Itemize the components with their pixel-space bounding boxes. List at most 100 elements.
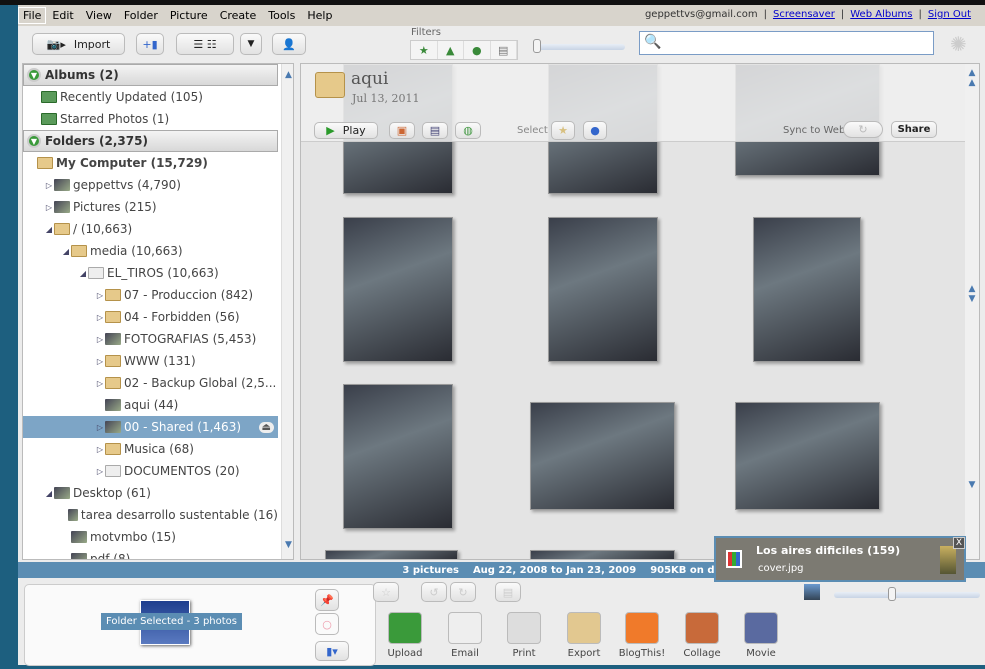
hold-button[interactable]: 📌	[315, 589, 339, 611]
sidebar-scrollbar[interactable]: ▲ ▼	[281, 64, 293, 559]
menu-file[interactable]: File	[18, 7, 47, 24]
menu-tools[interactable]: Tools	[262, 9, 301, 22]
select-starred-button[interactable]: ★	[551, 121, 575, 140]
expand-arrow-icon[interactable]: ◢	[44, 225, 54, 234]
print-button[interactable]: Print	[499, 612, 549, 659]
email-button[interactable]: Email	[440, 612, 490, 659]
photo-thumbnail[interactable]	[325, 550, 458, 559]
menu-create[interactable]: Create	[214, 9, 263, 22]
star-filter-icon[interactable]: ★	[411, 41, 438, 59]
folder-tree-item[interactable]: ◢ EL_TIROS (10,663)	[23, 262, 278, 284]
folder-tree-item[interactable]: aqui (44)	[23, 394, 278, 416]
expand-arrow-icon[interactable]: ▷	[95, 445, 105, 454]
expand-arrow-icon[interactable]: ◢	[61, 247, 71, 256]
albums-header[interactable]: ▼ Albums (2)	[23, 64, 278, 86]
caption-button[interactable]: ▤	[495, 582, 521, 602]
web-albums-link[interactable]: Web Albums	[850, 9, 912, 20]
photo-thumbnail[interactable]	[530, 402, 675, 510]
add-to-movie-button[interactable]: ▤	[422, 122, 448, 139]
expand-arrow-icon[interactable]: ▷	[95, 291, 105, 300]
photo-thumbnail[interactable]	[548, 217, 658, 362]
sync-toggle[interactable]: ↻	[843, 121, 883, 138]
expand-arrow-icon[interactable]: ▷	[95, 335, 105, 344]
folder-tree-item[interactable]: ▷ 04 - Forbidden (56)	[23, 306, 278, 328]
photo-grid-scrollbar[interactable]: ▲ ▲ ▲ ▼ ▼	[965, 64, 979, 559]
expand-arrow-icon[interactable]: ▷	[95, 379, 105, 388]
thumbnail-size-slider[interactable]	[834, 587, 980, 601]
photo-thumbnail[interactable]	[530, 550, 675, 559]
people-button[interactable]: 👤	[272, 33, 306, 55]
geotag-button[interactable]: ◍	[455, 122, 481, 139]
folder-label: 00 - Shared (1,463)	[124, 420, 242, 434]
folder-label: Pictures (215)	[73, 200, 157, 214]
rotate-right-button[interactable]: ↻	[450, 582, 476, 602]
action-label: Print	[512, 648, 536, 659]
album-recently-updated[interactable]: Recently Updated (105)	[23, 86, 278, 108]
folder-tree-item[interactable]: ▷ 07 - Produccion (842)	[23, 284, 278, 306]
uploaded-filter-icon[interactable]: ▲	[438, 41, 464, 59]
folder-tree-item[interactable]: pdf (8)	[23, 548, 278, 559]
collage-button[interactable]: Collage	[677, 612, 727, 659]
folder-tree-item[interactable]: ▷ DOCUMENTOS (20)	[23, 460, 278, 482]
share-button[interactable]: Share	[891, 121, 937, 138]
add-to-album-button[interactable]: +▮	[136, 33, 164, 55]
play-button[interactable]: ▶ Play	[314, 122, 378, 139]
folder-tree-item[interactable]: ▷ WWW (131)	[23, 350, 278, 372]
folder-tree-item[interactable]: ◢ media (10,663)	[23, 240, 278, 262]
photo-thumbnail[interactable]	[753, 217, 861, 362]
expand-arrow-icon[interactable]: ◢	[44, 489, 54, 498]
folder-tree-item[interactable]: motvmbo (15)	[23, 526, 278, 548]
expand-arrow-icon[interactable]: ◢	[78, 269, 88, 278]
expand-arrow-icon[interactable]: ▷	[95, 357, 105, 366]
faces-filter-icon[interactable]: ●	[464, 41, 491, 59]
search-input[interactable]: 🔍	[639, 31, 934, 55]
photo-thumbnail[interactable]	[343, 384, 453, 529]
folder-tree-item[interactable]: ▷ FOTOGRAFIAS (5,453)	[23, 328, 278, 350]
photo-thumbnail[interactable]	[735, 402, 880, 510]
upload-notification[interactable]: Los aires dificiles (159) cover.jpg X	[714, 536, 966, 582]
upload-button[interactable]: Upload	[380, 612, 430, 659]
folder-tree-item[interactable]: ▷ Musica (68)	[23, 438, 278, 460]
menu-view[interactable]: View	[80, 9, 118, 22]
expand-arrow-icon[interactable]: ▷	[95, 467, 105, 476]
add-to-collage-button[interactable]: ▣	[389, 122, 415, 139]
expand-arrow-icon[interactable]: ▷	[95, 423, 105, 432]
album-starred-photos[interactable]: Starred Photos (1)	[23, 108, 278, 130]
folder-tree-item[interactable]: ◢ / (10,663)	[23, 218, 278, 240]
blogthis-button[interactable]: BlogThis!	[617, 612, 667, 659]
sign-out-link[interactable]: Sign Out	[928, 9, 971, 20]
folder-tree-item[interactable]: ▷ 00 - Shared (1,463) ⏏	[23, 416, 278, 438]
select-faces-button[interactable]: ●	[583, 121, 607, 140]
expand-arrow-icon[interactable]: ▷	[44, 181, 54, 190]
filter-date-slider[interactable]	[533, 39, 625, 53]
folder-icon	[71, 245, 87, 257]
movie-filter-icon[interactable]: ▤	[491, 41, 517, 59]
star-button[interactable]: ☆	[373, 582, 399, 602]
folder-tree-item[interactable]: tarea desarrollo sustentable (16)	[23, 504, 278, 526]
import-button[interactable]: 📷▸ Import	[32, 33, 125, 55]
movie-button[interactable]: Movie	[736, 612, 786, 659]
photo-thumbnail[interactable]	[343, 217, 453, 362]
add-to-album-dropdown[interactable]: ▮▾	[315, 641, 349, 661]
folder-tree-item[interactable]: ◢ Desktop (61)	[23, 482, 278, 504]
rotate-left-button[interactable]: ↺	[421, 582, 447, 602]
folder-tree-item[interactable]: ▷ 02 - Backup Global (2,5...	[23, 372, 278, 394]
folder-tree-item[interactable]: My Computer (15,729)	[23, 152, 278, 174]
email-icon	[448, 612, 482, 644]
close-icon[interactable]: X	[953, 537, 965, 549]
view-dropdown-button[interactable]: ▼	[240, 33, 262, 55]
upload-folder-icon[interactable]: ⏏	[258, 421, 274, 433]
clear-button[interactable]: ○	[315, 613, 339, 635]
screensaver-link[interactable]: Screensaver	[773, 9, 835, 20]
expand-arrow-icon[interactable]: ▷	[44, 203, 54, 212]
menu-folder[interactable]: Folder	[118, 9, 164, 22]
menu-picture[interactable]: Picture	[164, 9, 214, 22]
menu-edit[interactable]: Edit	[46, 9, 79, 22]
folder-tree-item[interactable]: ▷ geppettvs (4,790)	[23, 174, 278, 196]
folders-header[interactable]: ▼ Folders (2,375)	[23, 130, 278, 152]
folder-tree-item[interactable]: ▷ Pictures (215)	[23, 196, 278, 218]
expand-arrow-icon[interactable]: ▷	[95, 313, 105, 322]
export-button[interactable]: Export	[559, 612, 609, 659]
view-mode-toggle[interactable]: ☰ ☷	[176, 33, 234, 55]
menu-help[interactable]: Help	[301, 9, 338, 22]
